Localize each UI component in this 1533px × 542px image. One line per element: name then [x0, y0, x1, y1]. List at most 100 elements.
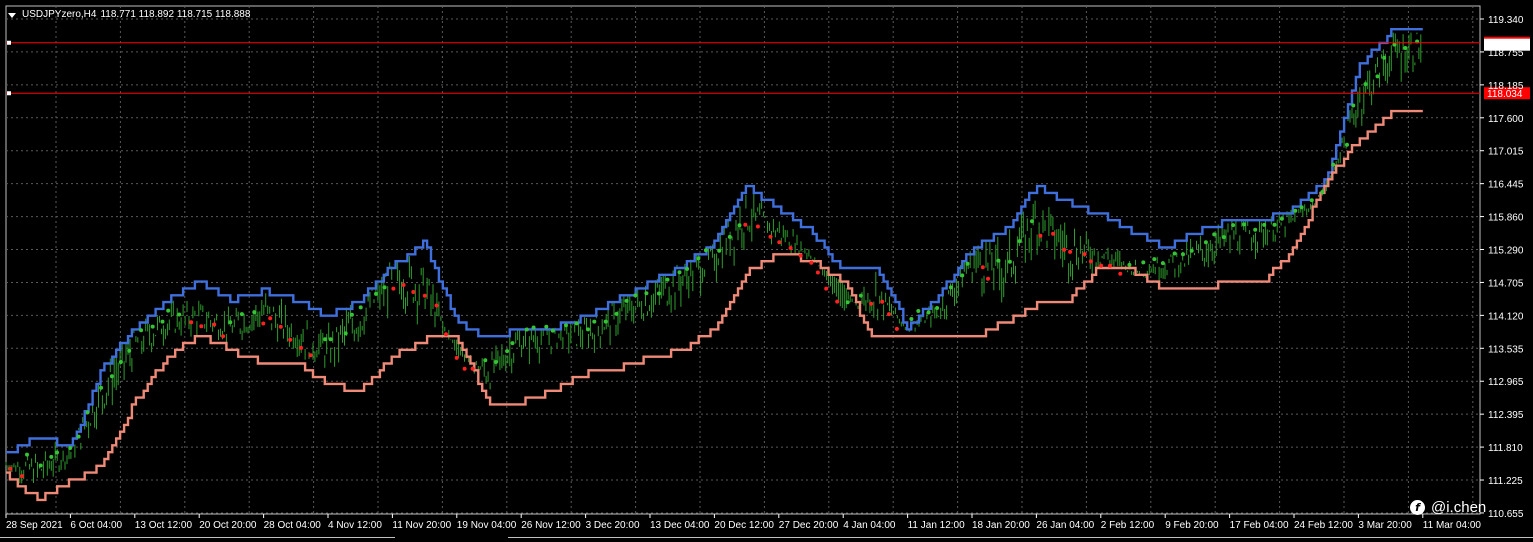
price-level-handle[interactable]	[7, 40, 11, 45]
sell-signal-dot	[1068, 249, 1073, 254]
buy-signal-dot	[1382, 55, 1387, 60]
sell-signal-dot	[308, 353, 313, 358]
buy-signal-dot	[948, 285, 953, 290]
sell-signal-dot	[1088, 259, 1093, 264]
x-tick-label: 4 Jan 04:00	[843, 520, 896, 531]
buy-signal-dot	[916, 309, 921, 313]
buy-signal-dot	[624, 298, 629, 303]
buy-signal-dot	[85, 410, 90, 415]
buy-signal-dot	[1403, 46, 1408, 50]
buy-signal-dot	[1320, 190, 1325, 194]
sell-signal-dot	[221, 334, 226, 339]
buy-signal-dot	[1172, 251, 1177, 256]
buy-signal-dot	[574, 321, 579, 326]
buy-signal-dot	[68, 446, 73, 450]
x-tick-label: 13 Dec 04:00	[650, 520, 710, 531]
price-chart[interactable]: 118.922118.034 28 Sep 20216 Oct 04:0013 …	[0, 0, 1533, 542]
watermark: f @i.chen	[1410, 499, 1486, 516]
sell-signal-dot	[788, 246, 793, 250]
buy-signal-dot	[696, 256, 701, 261]
sell-signal-dot	[391, 286, 396, 291]
buy-signal-dot	[505, 349, 510, 354]
x-tick-label: 9 Feb 20:00	[1165, 520, 1219, 531]
buy-signal-dot	[1203, 240, 1208, 245]
buy-signal-dot	[1212, 232, 1217, 237]
facebook-icon: f	[1410, 500, 1425, 515]
buy-signal-dot	[1181, 252, 1185, 257]
buy-signal-dot	[1030, 219, 1034, 224]
y-tick-label: 111.810	[1488, 443, 1523, 454]
sell-signal-dot	[189, 320, 194, 325]
buy-signal-dot	[965, 261, 970, 266]
sell-signal-dot	[199, 324, 204, 329]
y-tick-label: 113.535	[1488, 344, 1524, 355]
buy-signal-dot	[586, 327, 590, 332]
x-tick-label: 2 Feb 12:00	[1101, 520, 1155, 531]
ohlc-values: 118.771 118.892 118.715 118.888	[100, 9, 251, 20]
buy-signal-dot	[656, 291, 661, 296]
sell-signal-dot	[462, 366, 467, 371]
sell-signal-dot	[261, 321, 266, 326]
sell-signal-dot	[980, 265, 985, 270]
price-level-handle[interactable]	[7, 91, 11, 96]
buy-signal-dot	[374, 291, 378, 296]
buy-signal-dot	[1231, 223, 1236, 228]
buy-signal-dot	[1160, 261, 1165, 266]
sell-signal-dot	[869, 301, 874, 306]
x-tick-label: 17 Feb 04:00	[1230, 520, 1289, 531]
buy-signal-dot	[845, 300, 850, 305]
y-tick-label: 112.965	[1488, 377, 1524, 388]
buy-signal-dot	[614, 311, 619, 316]
buy-signal-dot	[727, 234, 732, 239]
y-tick-label: 119.340	[1488, 15, 1524, 26]
buy-signal-dot	[1141, 260, 1146, 265]
y-tick-label: 114.120	[1488, 311, 1524, 322]
x-tick-label: 26 Jan 04:00	[1036, 520, 1094, 531]
sell-signal-dot	[1108, 263, 1112, 268]
sell-signal-dot	[1082, 252, 1087, 257]
x-tick-label: 26 Nov 12:00	[521, 520, 581, 531]
y-tick-label: 117.015	[1488, 147, 1524, 158]
buy-signal-dot	[328, 337, 333, 342]
buy-signal-dot	[160, 319, 165, 324]
buy-signal-dot	[1345, 142, 1349, 147]
buy-signal-dot	[996, 258, 1001, 263]
buy-signal-dot	[935, 306, 940, 310]
buy-signal-dot	[510, 341, 515, 346]
symbol-label: USDJPYzero,H4	[22, 9, 97, 20]
buy-signal-dot	[239, 312, 244, 317]
buy-signal-dot	[685, 266, 690, 271]
x-tick-label: 4 Nov 12:00	[328, 520, 382, 531]
sell-signal-dot	[1099, 263, 1104, 268]
buy-signal-dot	[1272, 222, 1277, 227]
buy-signal-dot	[603, 319, 608, 324]
buy-signal-dot	[1309, 198, 1314, 203]
x-tick-label: 28 Sep 2021	[6, 520, 63, 531]
sell-signal-dot	[755, 224, 760, 229]
buy-signal-dot	[343, 331, 348, 336]
sell-signal-dot	[1051, 231, 1056, 236]
buy-signal-dot	[252, 310, 257, 315]
sell-signal-dot	[454, 355, 459, 360]
tab-separator	[0, 537, 395, 542]
buy-signal-dot	[38, 463, 43, 468]
y-tick-label: 115.290	[1488, 246, 1524, 257]
y-tick-label: 118.755	[1488, 48, 1524, 59]
buy-signal-dot	[1152, 257, 1157, 262]
buy-signal-dot	[1242, 222, 1246, 227]
buy-signal-dot	[544, 324, 549, 329]
dropdown-triangle-icon[interactable]	[8, 12, 16, 18]
chart-window[interactable]: 118.922118.034 28 Sep 20216 Oct 04:0013 …	[0, 0, 1533, 542]
buy-signal-dot	[1363, 82, 1368, 87]
sell-signal-dot	[1062, 247, 1067, 252]
buy-signal-dot	[494, 360, 498, 364]
buy-signal-dot	[1017, 239, 1022, 244]
buy-signal-dot	[677, 270, 682, 275]
buy-signal-dot	[382, 285, 387, 290]
y-tick-label: 116.445	[1488, 180, 1524, 191]
buy-signal-dot	[177, 312, 182, 317]
buy-signal-dot	[1293, 208, 1298, 213]
x-tick-label: 20 Dec 12:00	[714, 520, 774, 531]
buy-signal-dot	[1007, 259, 1012, 264]
y-tick-label: 115.860	[1488, 213, 1524, 224]
